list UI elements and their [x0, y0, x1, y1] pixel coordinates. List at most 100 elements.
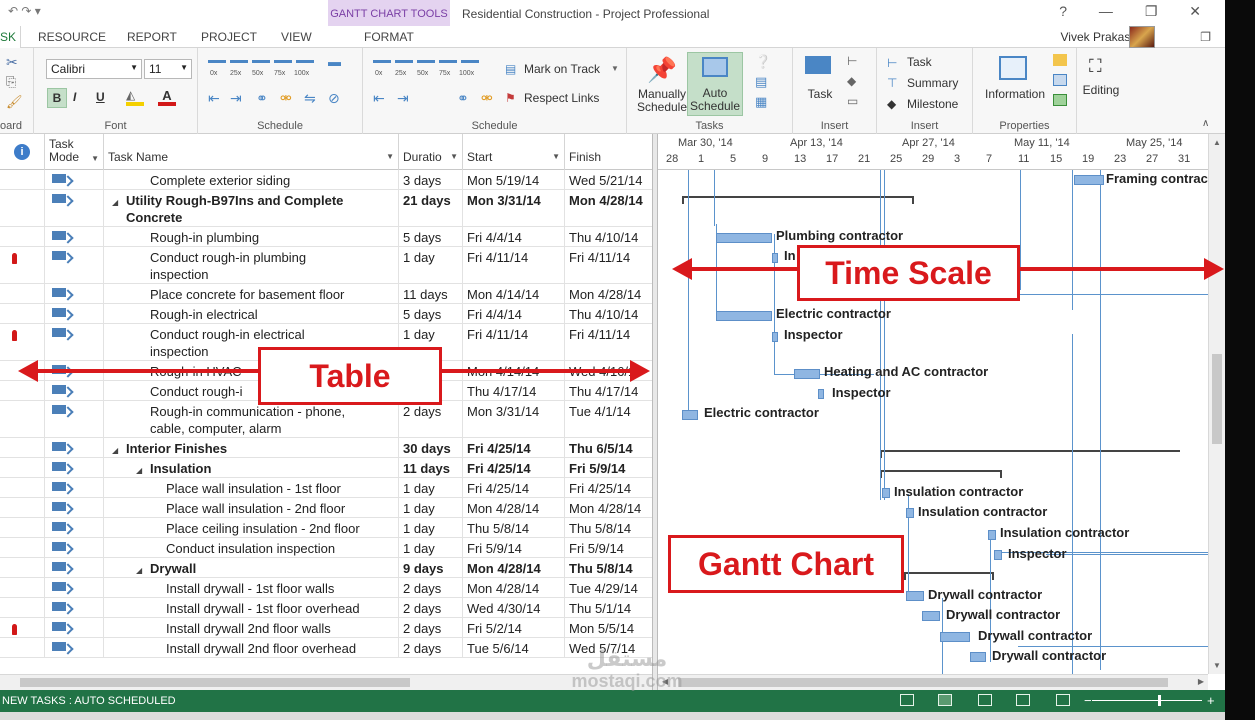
task-bar[interactable]	[906, 508, 914, 518]
zoom-slider[interactable]	[1092, 695, 1202, 706]
collapse-triangle-icon[interactable]: ◢	[112, 442, 118, 457]
finish-cell[interactable]: Thu 5/1/14	[565, 598, 652, 617]
start-cell[interactable]: Thu 5/8/14	[463, 518, 565, 537]
task-mode-cell[interactable]	[45, 401, 104, 437]
chevron-down-icon[interactable]: ▼	[91, 152, 99, 165]
table-row[interactable]: ◢ Drywall 9 days Mon 4/28/14 Thu 5/8/14	[0, 558, 652, 578]
task-mode-cell[interactable]	[45, 518, 104, 537]
task-name-cell[interactable]: ◢ Interior Finishes	[104, 438, 399, 457]
task-name-cell[interactable]: Place wall insulation - 2nd floor	[104, 498, 399, 517]
duration-cell[interactable]: 1 day	[399, 518, 463, 537]
task-name-cell[interactable]: Install drywall 2nd floor overhead	[104, 638, 399, 657]
task-name-cell[interactable]: Rough-in electrical	[104, 304, 399, 323]
duration-cell[interactable]: 1 day	[399, 247, 463, 283]
tab-project[interactable]: PROJECT	[201, 30, 257, 44]
font-color-icon[interactable]: A	[158, 88, 176, 106]
minimize-button[interactable]: —	[1099, 3, 1127, 19]
duration-cell[interactable]: 1 day	[399, 498, 463, 517]
chevron-down-icon[interactable]: ▼	[450, 152, 458, 161]
maximize-button[interactable]: ❐	[1145, 3, 1172, 19]
start-cell[interactable]: Fri 5/2/14	[463, 618, 565, 637]
tab-resource[interactable]: RESOURCE	[38, 30, 106, 44]
duration-cell[interactable]: 9 days	[399, 558, 463, 577]
indicators-column-header[interactable]: i	[0, 134, 45, 170]
task-name-cell[interactable]: Install drywall - 1st floor walls	[104, 578, 399, 597]
quick-access-toolbar[interactable]: ↶ ↷ ▾	[8, 4, 41, 18]
task-mode-cell[interactable]	[45, 598, 104, 617]
duration-cell[interactable]: 1 day	[399, 478, 463, 497]
summary-bar[interactable]	[880, 470, 1002, 478]
mode-icon[interactable]: ▦	[755, 94, 767, 110]
duration-column-header[interactable]: Duratio ▼	[399, 134, 463, 170]
task-mode-cell[interactable]	[45, 284, 104, 303]
task-name-column-header[interactable]: Task Name ▼	[104, 134, 399, 170]
scrollbar-thumb[interactable]	[1212, 354, 1222, 444]
avatar[interactable]	[1129, 26, 1155, 48]
finish-cell[interactable]: Mon 4/28/14	[565, 498, 652, 517]
task-bar[interactable]	[922, 611, 940, 621]
scroll-right-icon[interactable]: ▶	[1198, 677, 1204, 686]
table-row[interactable]: Conduct insulation inspection 1 day Fri 5/…	[0, 538, 652, 558]
gantt-vertical-scrollbar[interactable]: ▲ ▼	[1208, 134, 1225, 674]
task-mode-cell[interactable]	[45, 438, 104, 457]
start-cell[interactable]: Mon 3/31/14	[463, 401, 565, 437]
respect-links-button[interactable]: Respect Links	[524, 91, 599, 105]
duration-cell[interactable]: 2 days	[399, 618, 463, 637]
task-bar[interactable]	[716, 233, 772, 243]
outdent-icon[interactable]: ⇤	[208, 90, 220, 107]
copy-icon[interactable]: ⎘	[6, 74, 16, 90]
percent-50-button-b[interactable]	[417, 60, 435, 70]
insert-task-button[interactable]: Task	[907, 55, 932, 69]
table-row[interactable]: Rough-in electrical 5 days Fri 4/4/14 Thu 4…	[0, 304, 652, 324]
insert-summary-button[interactable]: Summary	[907, 76, 958, 90]
details-icon[interactable]	[1053, 74, 1067, 86]
start-column-header[interactable]: Start ▼	[463, 134, 565, 170]
start-cell[interactable]: Mon 4/28/14	[463, 558, 565, 577]
start-cell[interactable]: Thu 4/17/14	[463, 381, 565, 400]
table-row[interactable]: Complete exterior siding 3 days Mon 5/19/1…	[0, 170, 652, 190]
task-name-cell[interactable]: Install drywall - 1st floor overhead	[104, 598, 399, 617]
duration-cell[interactable]: 3 days	[399, 170, 463, 189]
finish-cell[interactable]: Mon 4/28/14	[565, 284, 652, 303]
tab-report[interactable]: REPORT	[127, 30, 177, 44]
finish-cell[interactable]: Fri 5/9/14	[565, 538, 652, 557]
table-row[interactable]: ◢ Interior Finishes 30 days Fri 4/25/14 Thu …	[0, 438, 652, 458]
bold-button[interactable]: B	[47, 88, 67, 108]
mark-on-track-icon[interactable]: ▬	[328, 54, 341, 69]
task-name-cell[interactable]: Rough-in communication - phone, cable, co…	[104, 401, 399, 437]
start-cell[interactable]: Fri 4/11/14	[463, 247, 565, 283]
percent-0-button-b[interactable]	[373, 60, 391, 70]
tab-task[interactable]: SK	[0, 26, 22, 48]
duration-cell[interactable]: 2 days	[399, 401, 463, 437]
task-bar[interactable]	[994, 550, 1002, 560]
start-cell[interactable]: Fri 4/25/14	[463, 478, 565, 497]
task-bar[interactable]	[682, 410, 698, 420]
task-bar[interactable]	[940, 632, 970, 642]
editing-button[interactable]: Editing	[1077, 84, 1125, 97]
inspect-icon[interactable]: ❔	[755, 54, 771, 70]
help-button[interactable]: ?	[1059, 3, 1081, 19]
collapse-triangle-icon[interactable]: ◢	[136, 562, 142, 577]
scrollbar-thumb[interactable]	[678, 678, 1168, 687]
start-cell[interactable]: Mon 4/14/14	[463, 284, 565, 303]
gantt-view-icon[interactable]	[938, 694, 952, 706]
highlight-color-icon[interactable]: ◭	[126, 88, 144, 106]
table-row[interactable]: Install drywall - 1st floor overhead 2 da…	[0, 598, 652, 618]
italic-button[interactable]: I	[73, 90, 76, 104]
scrollbar-thumb[interactable]	[20, 678, 410, 687]
start-cell[interactable]: Fri 4/4/14	[463, 227, 565, 246]
task-bar[interactable]	[1074, 175, 1104, 185]
table-row[interactable]: Place concrete for basement floor 11 days…	[0, 284, 652, 304]
table-row[interactable]: ◢ Utility Rough-B97Ins and Complete Concre…	[0, 190, 652, 227]
finish-cell[interactable]: Mon 5/5/14	[565, 618, 652, 637]
duration-cell[interactable]: 5 days	[399, 304, 463, 323]
task-mode-cell[interactable]	[45, 304, 104, 323]
table-row[interactable]: Install drywall 2nd floor walls 2 days Fri…	[0, 618, 652, 638]
finish-cell[interactable]: Tue 4/29/14	[565, 578, 652, 597]
duration-cell[interactable]: 11 days	[399, 284, 463, 303]
finish-cell[interactable]: Thu 6/5/14	[565, 438, 652, 457]
notes-icon[interactable]	[1053, 54, 1067, 66]
team-planner-view-icon[interactable]	[978, 694, 992, 706]
finish-cell[interactable]: Fri 4/11/14	[565, 324, 652, 360]
table-row[interactable]: Rough-in communication - phone, cable, co…	[0, 401, 652, 438]
